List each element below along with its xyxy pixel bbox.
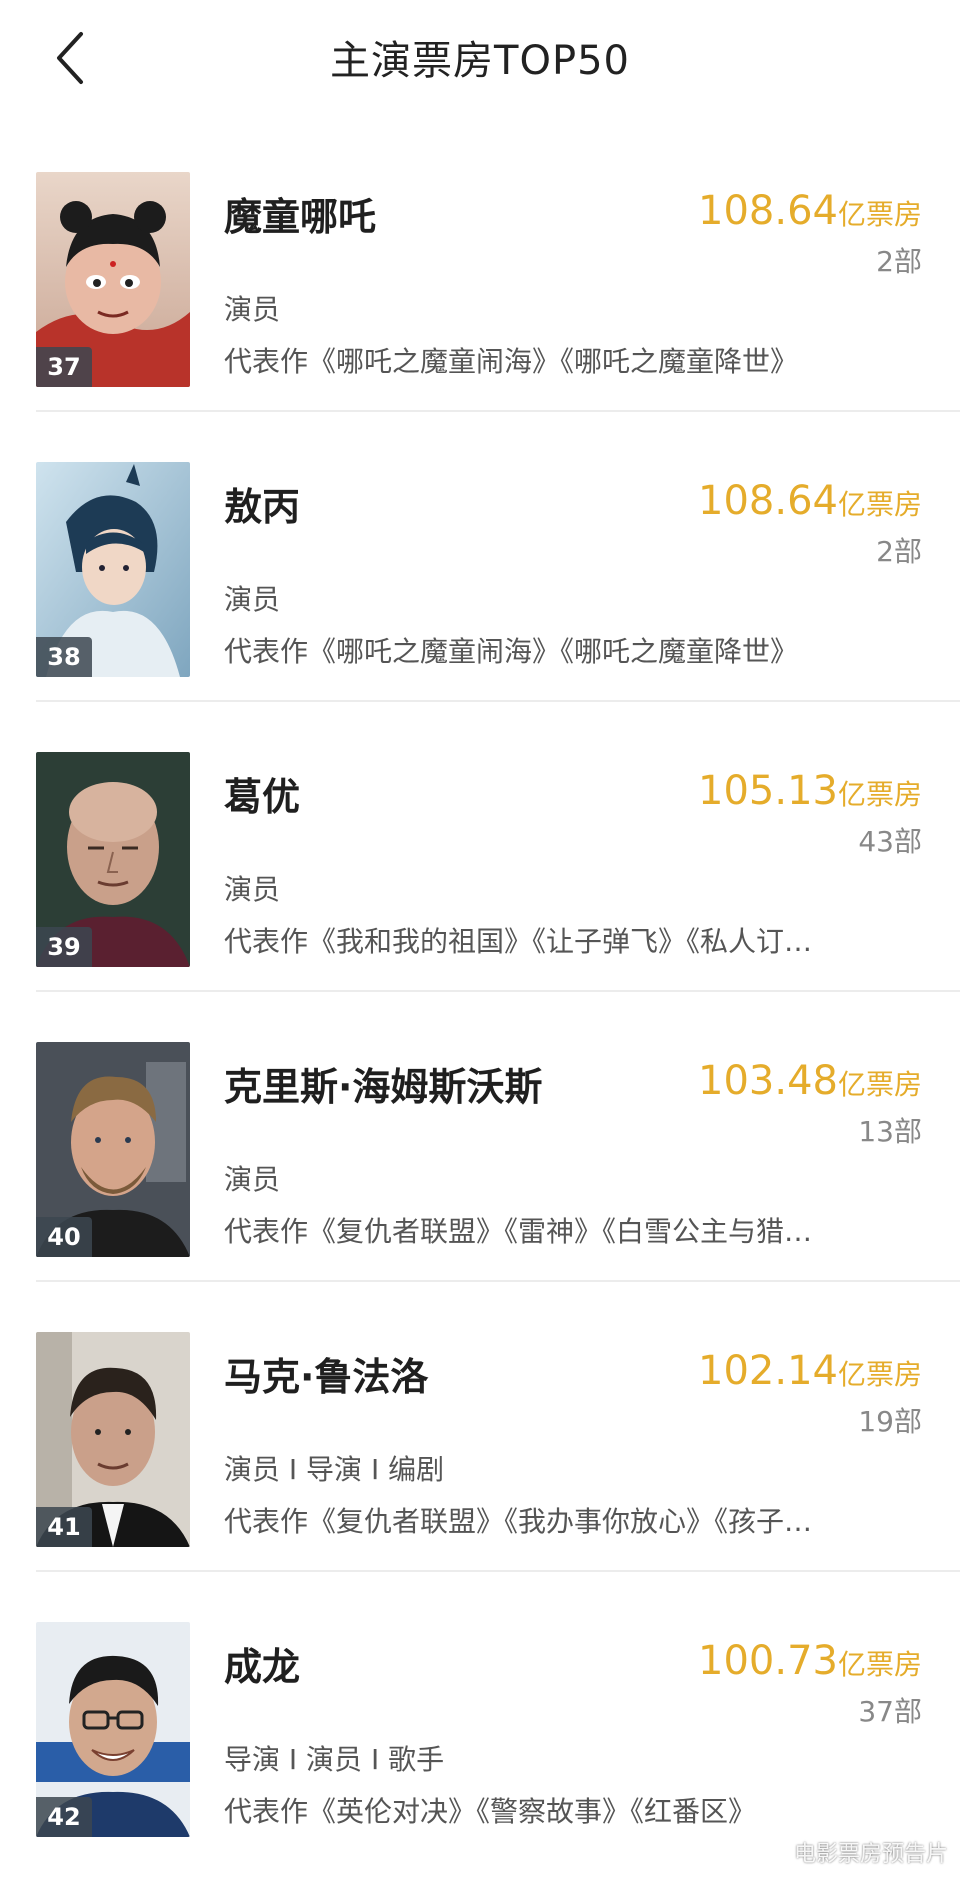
film-count: 43部 xyxy=(858,825,922,858)
app-header: 主演票房TOP50 xyxy=(0,0,960,120)
poster-image: 41 xyxy=(36,1332,190,1547)
box-office-value: 105.13 xyxy=(698,768,838,814)
box-office: 100.73亿票房 xyxy=(698,1638,922,1684)
rank-badge: 39 xyxy=(36,927,92,967)
box-office: 102.14亿票房 xyxy=(698,1348,922,1394)
list-item[interactable]: 41 马克·鲁法洛 102.14亿票房 19部 演员 I 导演 I 编剧 代表作… xyxy=(0,1282,960,1572)
list-item[interactable]: 42 成龙 100.73亿票房 37部 导演 I 演员 I 歌手 代表作《英伦对… xyxy=(0,1572,960,1862)
representative-works: 代表作《复仇者联盟》《我办事你放心》《孩子… xyxy=(224,1505,813,1538)
page-title: 主演票房TOP50 xyxy=(330,38,630,84)
actor-name: 葛优 xyxy=(224,775,301,819)
rank-badge: 42 xyxy=(36,1797,92,1837)
actor-name: 马克·鲁法洛 xyxy=(224,1355,429,1399)
actor-role: 演员 I 导演 I 编剧 xyxy=(224,1453,445,1486)
poster-image: 38 xyxy=(36,462,190,677)
rank-badge: 38 xyxy=(36,637,92,677)
actor-role: 演员 xyxy=(224,293,281,326)
actor-name: 克里斯·海姆斯沃斯 xyxy=(224,1065,543,1109)
list-item[interactable]: 39 葛优 105.13亿票房 43部 演员 代表作《我和我的祖国》《让子弹飞》… xyxy=(0,702,960,992)
box-office: 103.48亿票房 xyxy=(698,1058,922,1104)
representative-works: 代表作《哪吒之魔童闹海》《哪吒之魔童降世》 xyxy=(224,635,799,668)
rank-badge: 37 xyxy=(36,347,92,387)
box-office: 105.13亿票房 xyxy=(698,768,922,814)
rank-badge: 41 xyxy=(36,1507,92,1547)
actor-name: 魔童哪吒 xyxy=(224,195,377,239)
box-office: 108.64亿票房 xyxy=(698,188,922,234)
box-office-unit: 亿票房 xyxy=(837,198,922,231)
film-count: 37部 xyxy=(858,1695,922,1728)
poster-image: 39 xyxy=(36,752,190,967)
representative-works: 代表作《哪吒之魔童闹海》《哪吒之魔童降世》 xyxy=(224,345,799,378)
actor-name: 敖丙 xyxy=(224,485,301,529)
list-item[interactable]: 40 克里斯·海姆斯沃斯 103.48亿票房 13部 演员 代表作《复仇者联盟》… xyxy=(0,992,960,1282)
list-item[interactable]: 38 敖丙 108.64亿票房 2部 演员 代表作《哪吒之魔童闹海》《哪吒之魔童… xyxy=(0,412,960,702)
box-office-value: 108.64 xyxy=(698,188,838,234)
box-office-value: 103.48 xyxy=(698,1058,838,1104)
actor-name: 成龙 xyxy=(224,1645,301,1689)
watermark: 电影票房预告片 xyxy=(793,1842,948,1867)
box-office-value: 100.73 xyxy=(698,1638,838,1684)
representative-works: 代表作《我和我的祖国》《让子弹飞》《私人订… xyxy=(224,925,813,958)
poster-image: 40 xyxy=(36,1042,190,1257)
poster-image: 42 xyxy=(36,1622,190,1837)
list-item[interactable]: 37 魔童哪吒 108.64亿票房 2部 演员 代表作《哪吒之魔童闹海》《哪吒之… xyxy=(0,122,960,412)
ranking-list: 37 魔童哪吒 108.64亿票房 2部 演员 代表作《哪吒之魔童闹海》《哪吒之… xyxy=(0,122,960,1862)
box-office-unit: 亿票房 xyxy=(837,1648,922,1681)
film-count: 19部 xyxy=(858,1405,922,1438)
film-count: 2部 xyxy=(876,245,922,278)
actor-role: 演员 xyxy=(224,583,281,616)
box-office: 108.64亿票房 xyxy=(698,478,922,524)
box-office-value: 108.64 xyxy=(698,478,838,524)
representative-works: 代表作《复仇者联盟》《雷神》《白雪公主与猎… xyxy=(224,1215,813,1248)
poster-image: 37 xyxy=(36,172,190,387)
box-office-unit: 亿票房 xyxy=(837,1358,922,1391)
box-office-unit: 亿票房 xyxy=(837,1068,922,1101)
box-office-value: 102.14 xyxy=(698,1348,838,1394)
actor-role: 演员 xyxy=(224,1163,281,1196)
representative-works: 代表作《英伦对决》《警察故事》《红番区》 xyxy=(224,1795,757,1828)
box-office-unit: 亿票房 xyxy=(837,488,922,521)
box-office-unit: 亿票房 xyxy=(837,778,922,811)
actor-role: 导演 I 演员 I 歌手 xyxy=(224,1743,445,1776)
film-count: 13部 xyxy=(858,1115,922,1148)
actor-role: 演员 xyxy=(224,873,281,906)
rank-badge: 40 xyxy=(36,1217,92,1257)
film-count: 2部 xyxy=(876,535,922,568)
